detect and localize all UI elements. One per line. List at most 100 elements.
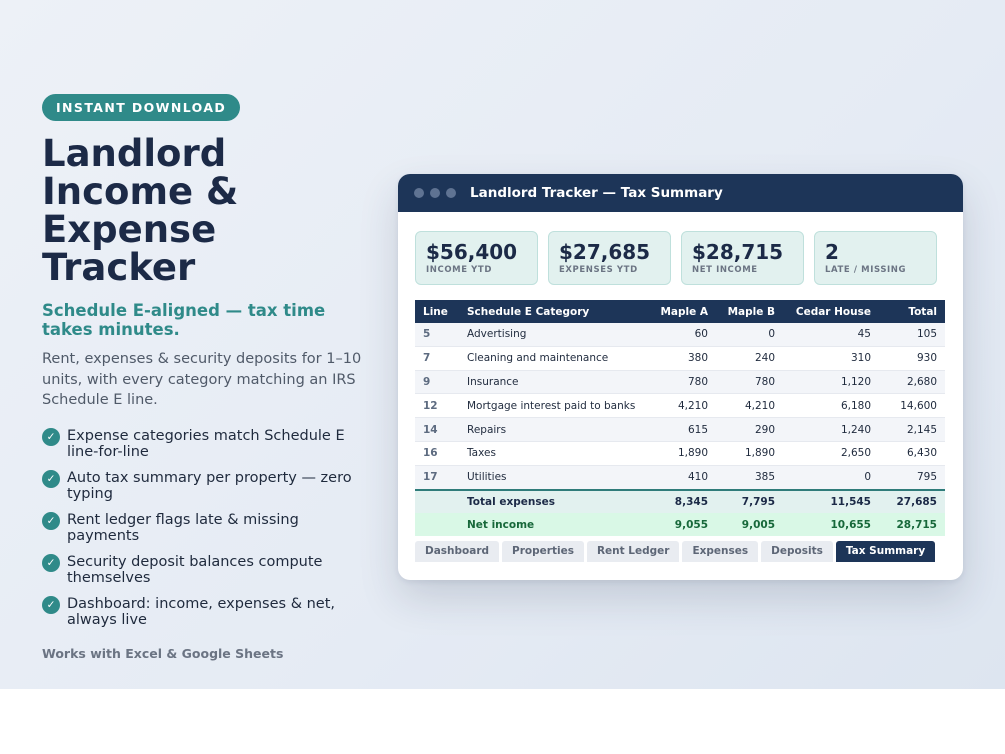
- amount-cell[interactable]: 310: [783, 346, 879, 371]
- feature-item: ✓ Expense categories match Schedule E lin…: [42, 427, 362, 461]
- window-title: Landlord Tracker — Tax Summary: [470, 185, 723, 201]
- kpi-label: INCOME YTD: [426, 265, 492, 275]
- amount-cell[interactable]: 1,890: [716, 441, 783, 466]
- total-cell[interactable]: 105: [879, 323, 945, 347]
- category-cell[interactable]: Repairs: [459, 417, 649, 442]
- total-cell[interactable]: 14,600: [879, 393, 945, 419]
- column-header[interactable]: Maple B: [716, 300, 783, 323]
- amount-cell[interactable]: 0: [716, 323, 783, 347]
- amount-cell[interactable]: 1,240: [783, 417, 879, 442]
- window-close-dot[interactable]: [414, 188, 424, 198]
- kpi-value: $27,685: [559, 240, 651, 264]
- category-cell[interactable]: Taxes: [459, 441, 649, 466]
- line-cell[interactable]: 5: [415, 323, 459, 347]
- amount-cell[interactable]: 1,120: [783, 370, 879, 395]
- total-cell[interactable]: 28,715: [879, 513, 945, 537]
- amount-cell[interactable]: 6,180: [783, 393, 879, 419]
- amount-cell[interactable]: 780: [649, 370, 716, 395]
- amount-cell[interactable]: 10,655: [783, 513, 879, 537]
- amount-cell[interactable]: 60: [649, 323, 716, 347]
- feature-text: Security deposit balances compute themse…: [67, 553, 323, 587]
- category-cell[interactable]: Net income: [459, 513, 649, 537]
- amount-cell[interactable]: 9,005: [716, 513, 783, 537]
- table-header-row: Line Schedule E Category Maple A Maple B…: [415, 300, 945, 323]
- tab-expenses[interactable]: Expenses: [682, 541, 759, 562]
- line-cell[interactable]: [415, 488, 459, 514]
- tab-rent-ledger[interactable]: Rent Ledger: [586, 541, 680, 562]
- table-row: 12 Mortgage interest paid to banks 4,210…: [415, 393, 945, 419]
- kpi-value: $56,400: [426, 240, 518, 264]
- total-cell[interactable]: 2,145: [879, 417, 945, 442]
- column-header[interactable]: Total: [879, 300, 945, 323]
- line-cell[interactable]: 9: [415, 370, 459, 395]
- amount-cell[interactable]: 8,345: [649, 488, 716, 514]
- line-cell[interactable]: 17: [415, 465, 459, 491]
- amount-cell[interactable]: 4,210: [716, 393, 783, 419]
- kpi-label: NET INCOME: [692, 265, 758, 275]
- amount-cell[interactable]: 9,055: [649, 513, 716, 537]
- column-header[interactable]: Cedar House: [783, 300, 879, 323]
- amount-cell[interactable]: 780: [716, 370, 783, 395]
- total-cell[interactable]: 6,430: [879, 441, 945, 466]
- line-cell[interactable]: 14: [415, 417, 459, 442]
- amount-cell[interactable]: 380: [649, 346, 716, 371]
- category-cell[interactable]: Advertising: [459, 323, 649, 347]
- total-expenses-row: Total expenses 8,345 7,795 11,545 27,685: [415, 488, 945, 514]
- sheet-tabs: Dashboard Properties Rent Ledger Expense…: [415, 541, 938, 562]
- total-cell[interactable]: 27,685: [879, 488, 945, 514]
- product-description: Rent, expenses & security deposits for 1…: [42, 351, 362, 408]
- amount-cell[interactable]: 240: [716, 346, 783, 371]
- product-intro: INSTANT DOWNLOAD Landlord Income & Expen…: [42, 94, 362, 661]
- line-cell[interactable]: [415, 513, 459, 537]
- column-header[interactable]: Schedule E Category: [459, 300, 649, 323]
- amount-cell[interactable]: 4,210: [649, 393, 716, 419]
- category-cell[interactable]: Total expenses: [459, 488, 649, 514]
- amount-cell[interactable]: 1,890: [649, 441, 716, 466]
- checkmark-icon: ✓: [42, 595, 60, 614]
- total-cell[interactable]: 930: [879, 346, 945, 371]
- kpi-cards: $56,400 INCOME YTD $27,685 EXPENSES YTD …: [415, 231, 937, 285]
- column-header[interactable]: Line: [415, 300, 459, 323]
- feature-item: ✓ Dashboard: income, expenses & net, alwa…: [42, 595, 362, 629]
- tab-dashboard[interactable]: Dashboard: [415, 541, 500, 562]
- hero-section: INSTANT DOWNLOAD Landlord Income & Expen…: [0, 0, 1005, 689]
- amount-cell[interactable]: 0: [783, 465, 879, 491]
- kpi-value: $28,715: [692, 240, 784, 264]
- total-cell[interactable]: 2,680: [879, 370, 945, 395]
- feature-item: ✓ Auto tax summary per property — zero ty…: [42, 469, 362, 503]
- kpi-card-income: $56,400 INCOME YTD: [415, 231, 538, 285]
- kpi-card-expenses: $27,685 EXPENSES YTD: [548, 231, 671, 285]
- category-cell[interactable]: Mortgage interest paid to banks: [459, 393, 649, 419]
- checkmark-icon: ✓: [42, 553, 60, 572]
- compatibility-note: Works with Excel & Google Sheets: [42, 645, 284, 661]
- window-titlebar: Landlord Tracker — Tax Summary: [398, 174, 963, 212]
- category-cell[interactable]: Utilities: [459, 465, 649, 491]
- line-cell[interactable]: 12: [415, 393, 459, 419]
- total-cell[interactable]: 795: [879, 465, 945, 491]
- tab-properties[interactable]: Properties: [502, 541, 584, 562]
- table-row: 16 Taxes 1,890 1,890 2,650 6,430: [415, 441, 945, 466]
- amount-cell[interactable]: 410: [649, 465, 716, 491]
- tab-deposits[interactable]: Deposits: [761, 541, 833, 562]
- amount-cell[interactable]: 385: [716, 465, 783, 491]
- line-cell[interactable]: 7: [415, 346, 459, 371]
- line-cell[interactable]: 16: [415, 441, 459, 466]
- amount-cell[interactable]: 7,795: [716, 488, 783, 514]
- window-minimize-dot[interactable]: [430, 188, 440, 198]
- kpi-value: 2: [825, 240, 839, 264]
- column-header[interactable]: Maple A: [649, 300, 716, 323]
- amount-cell[interactable]: 11,545: [783, 488, 879, 514]
- window-maximize-dot[interactable]: [446, 188, 456, 198]
- product-title: Landlord Income & Expense Tracker: [42, 132, 239, 289]
- amount-cell[interactable]: 615: [649, 417, 716, 442]
- tab-tax-summary[interactable]: Tax Summary: [835, 541, 936, 562]
- amount-cell[interactable]: 2,650: [783, 441, 879, 466]
- amount-cell[interactable]: 290: [716, 417, 783, 442]
- table-row: 17 Utilities 410 385 0 795: [415, 465, 945, 491]
- category-cell[interactable]: Cleaning and maintenance: [459, 346, 649, 371]
- product-subtitle: Schedule E-aligned — tax time takes minu…: [42, 301, 326, 339]
- kpi-label: EXPENSES YTD: [559, 265, 638, 275]
- amount-cell[interactable]: 45: [783, 323, 879, 347]
- category-cell[interactable]: Insurance: [459, 370, 649, 395]
- table-row: 5 Advertising 60 0 45 105: [415, 323, 945, 347]
